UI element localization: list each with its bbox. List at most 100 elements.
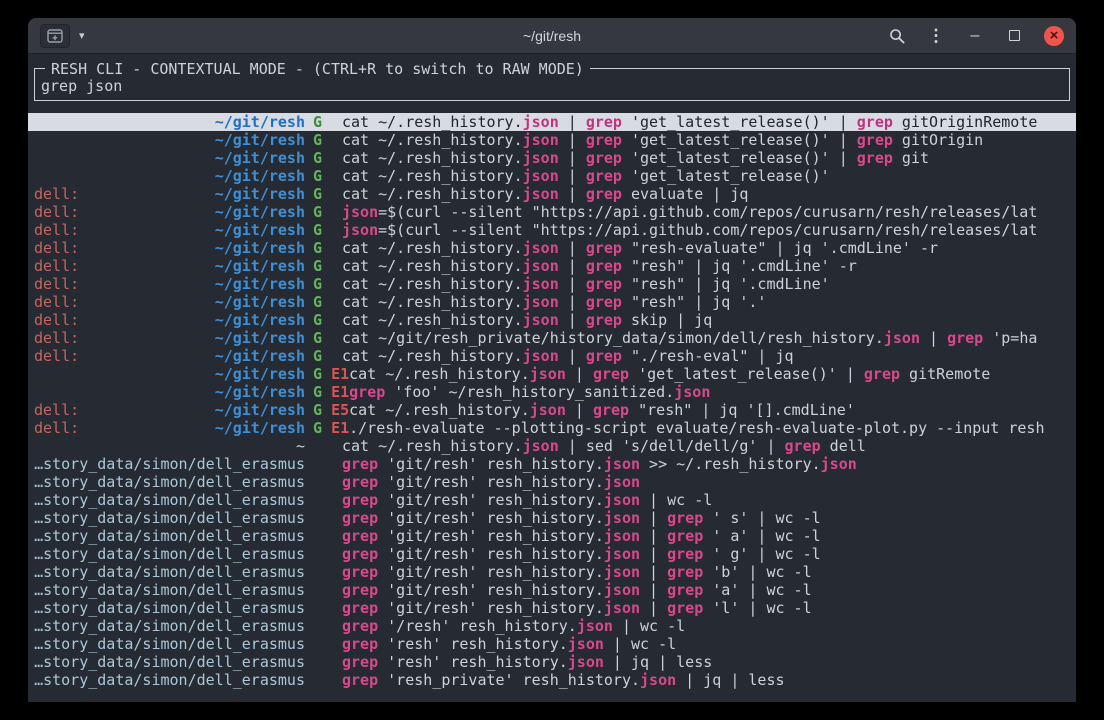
new-tab-button[interactable] — [40, 24, 70, 48]
flags-cell — [305, 563, 342, 581]
path-label: ~/git/resh — [215, 185, 305, 203]
flags-cell: G E5 — [305, 401, 349, 419]
path-label: ~/git/resh — [215, 221, 305, 239]
history-row[interactable]: ~/git/reshG E1cat ~/.resh_history.json |… — [34, 365, 1070, 383]
history-row[interactable]: …story_data/simon/dell_erasmus grep 'git/… — [34, 563, 1070, 581]
history-row[interactable]: …story_data/simon/dell_erasmusgrep 'git/… — [34, 599, 1070, 617]
command-text: cat ~/.resh_history.json | grep 'get_lat… — [342, 167, 830, 185]
host-label: dell: — [34, 293, 79, 311]
git-flag: G — [313, 383, 322, 401]
history-row[interactable]: …story_data/simon/dell_erasmusgrep 'git/… — [34, 509, 1070, 527]
history-row[interactable]: dell:~/git/resh Gcat ~/.resh_history.json… — [34, 185, 1070, 203]
error-flag: E1 — [331, 419, 349, 437]
history-row[interactable]: …story_data/simon/dell_erasmusgrep 'git/… — [34, 491, 1070, 509]
history-row[interactable]: ~cat ~/.resh_history.json | sed 's/dell/… — [34, 437, 1070, 455]
history-row[interactable]: dell:~/git/reshGcat ~/.resh_history.json… — [34, 293, 1070, 311]
command-text: cat ~/.resh_history.json | grep "resh" |… — [342, 275, 830, 293]
history-row[interactable]: ~/git/reshGcat ~/.resh_history.json | gr… — [34, 167, 1070, 185]
path-label: ~/git/resh — [215, 131, 305, 149]
mode-title: RESH CLI - CONTEXTUAL MODE - (CTRL+R to … — [45, 59, 590, 79]
new-tab-icon — [47, 29, 63, 43]
location-cell: dell:~/git/resh — [34, 185, 305, 203]
path-label: ~/git/resh — [215, 365, 305, 383]
git-flag: G — [313, 365, 322, 383]
history-row[interactable]: …story_data/simon/dell_erasmusgrep 'git/… — [34, 527, 1070, 545]
history-row[interactable]: dell:~/git/reshGcat ~/.resh_history.json… — [34, 347, 1070, 365]
history-row[interactable]: dell:~/git/reshGcat ~/.resh_history.json… — [34, 275, 1070, 293]
command-text: cat ~/.resh_history.json | grep evaluate… — [342, 185, 748, 203]
location-cell: …story_data/simon/dell_erasmus — [34, 581, 305, 599]
flags-cell: G — [305, 113, 342, 131]
git-flag: G — [313, 257, 322, 275]
host-label: dell: — [34, 257, 79, 275]
location-cell: …story_data/simon/dell_erasmus — [34, 563, 305, 581]
history-row[interactable]: ~/git/reshG E1grep 'foo' ~/resh_history_… — [34, 383, 1070, 401]
flags-cell: G — [305, 239, 342, 257]
history-row[interactable]: …story_data/simon/dell_erasmusgrep 'resh… — [34, 671, 1070, 689]
location-cell: …story_data/simon/dell_erasmus — [34, 455, 305, 473]
flags-cell — [305, 527, 342, 545]
flags-cell: G — [305, 293, 342, 311]
history-row[interactable]: …story_data/simon/dell_erasmusgrep 'git/… — [34, 545, 1070, 563]
path-label: ~/git/resh — [215, 275, 305, 293]
flags-cell — [305, 491, 342, 509]
close-icon: × — [1050, 28, 1059, 43]
location-cell: …story_data/simon/dell_erasmus — [34, 599, 305, 617]
command-text: grep 'git/resh' resh_history.json | grep… — [342, 509, 821, 527]
history-row[interactable]: dell:~/git/reshGjson=$(curl --silent "ht… — [34, 203, 1070, 221]
history-row[interactable]: dell:~/git/reshGcat ~/.resh_history.json… — [34, 239, 1070, 257]
history-row[interactable]: dell:~/git/reshGcat ~/.resh_history.json… — [34, 311, 1070, 329]
terminal-window: ▾ ~/git/resh ⋮ – × RESH CLI - CONTEXTUAL… — [28, 18, 1076, 702]
history-row[interactable]: …story_data/simon/dell_erasmusgrep 'git/… — [34, 581, 1070, 599]
path-label: …story_data/simon/dell_erasmus — [34, 491, 305, 509]
flags-cell — [305, 617, 342, 635]
location-cell: dell:~/git/resh — [34, 203, 305, 221]
history-row[interactable]: ~/git/reshGcat ~/.resh_history.json | gr… — [28, 113, 1076, 131]
command-text: grep 'git/resh' resh_history.json | grep… — [342, 563, 812, 581]
close-button[interactable]: × — [1044, 26, 1064, 46]
history-row[interactable]: …story_data/simon/dell_erasmusgrep '/res… — [34, 617, 1070, 635]
command-text: grep 'git/resh' resh_history.json — [342, 473, 640, 491]
host-label: dell: — [34, 239, 79, 257]
path-label: ~/git/resh — [215, 113, 305, 131]
flags-cell: G — [305, 131, 342, 149]
chevron-down-icon[interactable]: ▾ — [79, 29, 85, 42]
history-row[interactable]: dell:~/git/reshG E5cat ~/.resh_history.j… — [34, 401, 1070, 419]
flags-cell: G — [305, 203, 342, 221]
command-text: grep 'resh_private' resh_history.json | … — [342, 671, 785, 689]
history-row[interactable]: ~/git/reshGcat ~/.resh_history.json | gr… — [34, 131, 1070, 149]
history-row[interactable]: dell:~/git/reshGjson=$(curl --silent "ht… — [34, 221, 1070, 239]
command-text: cat ~/.resh_history.json | sed 's/dell/d… — [342, 437, 866, 455]
path-label: ~/git/resh — [215, 419, 305, 437]
flags-cell — [305, 509, 342, 527]
titlebar[interactable]: ▾ ~/git/resh ⋮ – × — [28, 18, 1076, 54]
restore-button[interactable] — [1005, 27, 1023, 45]
history-row[interactable]: …story_data/simon/dell_erasmusgrep 'resh… — [34, 653, 1070, 671]
git-flag: G — [313, 419, 322, 437]
location-cell: …story_data/simon/dell_erasmus — [34, 473, 305, 491]
git-flag: G — [313, 185, 322, 203]
history-row[interactable]: dell:~/git/reshG E1./resh-evaluate --plo… — [34, 419, 1070, 437]
history-row[interactable]: …story_data/simon/dell_erasmus grep 'git/… — [34, 473, 1070, 491]
history-row[interactable]: …story_data/simon/dell_erasmusgrep 'resh… — [34, 635, 1070, 653]
history-row[interactable]: …story_data/simon/dell_erasmusgrep 'git/… — [34, 455, 1070, 473]
history-row[interactable]: dell:~/git/reshGcat ~/.resh_history.json… — [34, 257, 1070, 275]
history-row[interactable]: dell:~/git/reshGcat ~/git/resh_private/h… — [34, 329, 1070, 347]
path-label: …story_data/simon/dell_erasmus — [34, 563, 305, 581]
search-icon[interactable] — [888, 27, 906, 45]
location-cell: dell:~/git/resh — [34, 257, 305, 275]
location-cell: …story_data/simon/dell_erasmus — [34, 617, 305, 635]
flags-cell: G E1 — [305, 383, 349, 401]
kebab-menu-icon[interactable]: ⋮ — [927, 27, 945, 45]
git-flag: G — [313, 149, 322, 167]
search-query-input[interactable]: grep json — [41, 77, 1063, 95]
command-text: grep 'resh' resh_history.json | jq | les… — [342, 653, 712, 671]
command-text: cat ~/.resh_history.json | grep "resh" |… — [349, 401, 855, 419]
host-label: dell: — [34, 311, 79, 329]
history-row[interactable]: ~/git/reshGcat ~/.resh_history.json | gr… — [34, 149, 1070, 167]
location-cell: ~/git/resh — [34, 131, 305, 149]
location-cell: …story_data/simon/dell_erasmus — [34, 635, 305, 653]
flags-cell: G — [305, 275, 342, 293]
minimize-button[interactable]: – — [966, 27, 984, 45]
error-flag: E1 — [331, 383, 349, 401]
